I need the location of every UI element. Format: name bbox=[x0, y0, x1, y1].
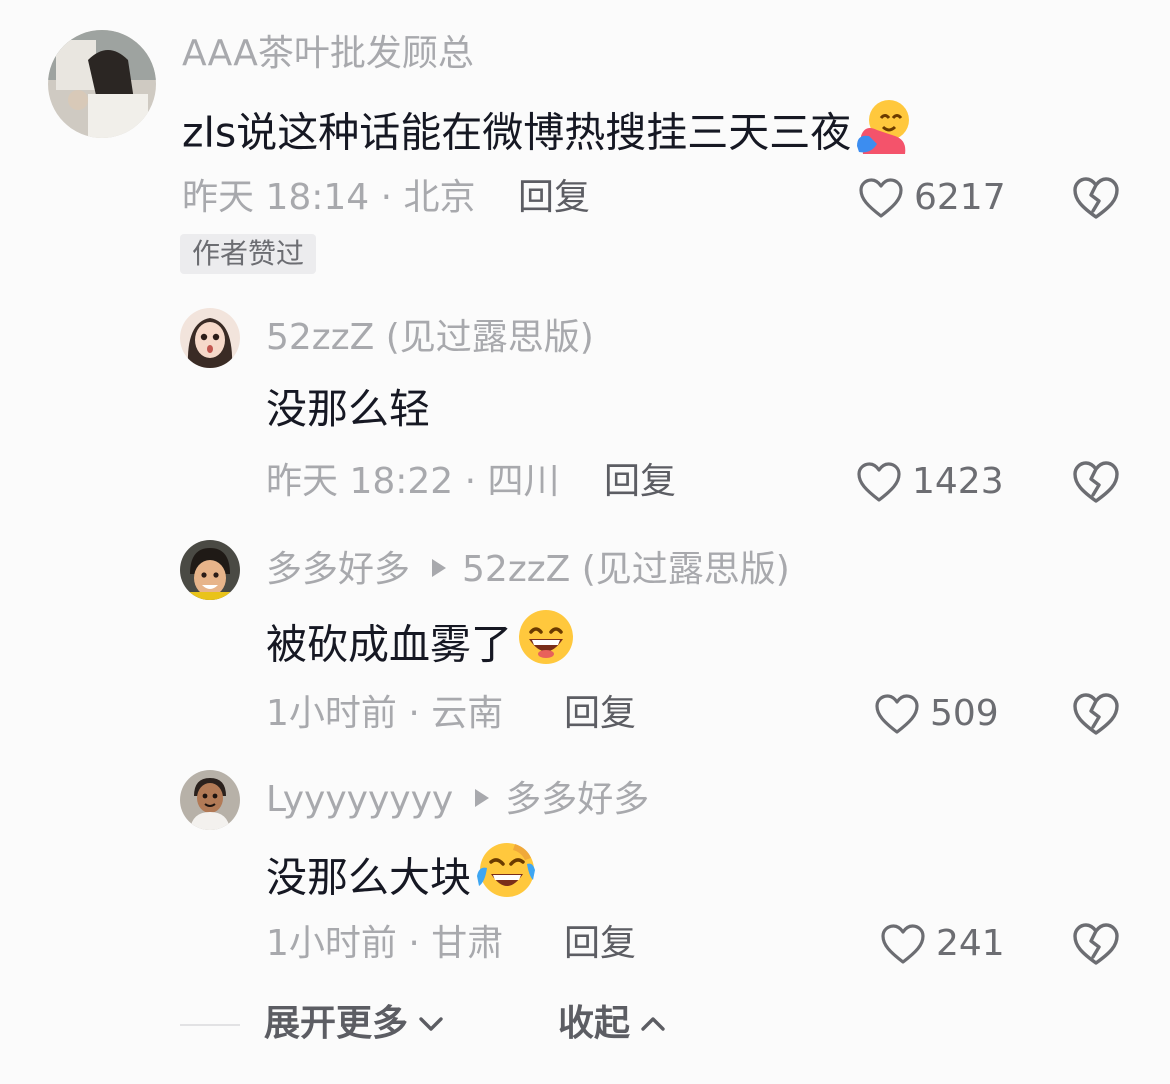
heart-outline-icon bbox=[875, 694, 919, 734]
comment-text: zls说这种话能在微博热搜挂三天三夜 bbox=[182, 100, 913, 171]
heart-outline-icon bbox=[857, 462, 901, 502]
like-count: 1423 bbox=[912, 461, 1004, 502]
heart-outline-icon bbox=[881, 924, 925, 964]
like-button[interactable]: 1423 bbox=[856, 460, 1004, 504]
laughing-crying-face-icon bbox=[475, 840, 537, 913]
like-count: 241 bbox=[936, 923, 1005, 964]
broken-heart-icon[interactable] bbox=[1072, 176, 1120, 220]
reply-button[interactable]: 回复 bbox=[604, 460, 676, 504]
expand-more-button[interactable]: 展开更多 bbox=[264, 1002, 444, 1046]
reply-username[interactable]: 52zzZ (见过露思版) bbox=[266, 316, 594, 360]
chevron-up-icon bbox=[641, 1017, 665, 1031]
like-button[interactable]: 509 bbox=[874, 692, 999, 736]
reply-time-location: 1小时前 · 甘肃 bbox=[266, 923, 504, 964]
reply-time-location: 昨天 18:22 · 四川 bbox=[266, 461, 560, 502]
collapse-button[interactable]: 收起 bbox=[558, 1002, 666, 1046]
reply-button[interactable]: 回复 bbox=[518, 176, 590, 220]
comment-username[interactable]: AAA茶叶批发顾总 bbox=[182, 32, 474, 76]
reply-to-username[interactable]: 多多好多 bbox=[505, 779, 649, 820]
broken-heart-icon[interactable] bbox=[1072, 460, 1120, 504]
thread-divider bbox=[180, 1024, 240, 1026]
heart-outline-icon bbox=[859, 178, 903, 218]
chevron-down-icon bbox=[419, 1017, 443, 1031]
reply-text: 没那么轻 bbox=[266, 385, 430, 433]
broken-heart-icon[interactable] bbox=[1072, 922, 1120, 966]
reply-time-location: 1小时前 · 云南 bbox=[266, 693, 504, 734]
reply-button[interactable]: 回复 bbox=[564, 922, 636, 966]
like-count: 6217 bbox=[914, 177, 1006, 218]
avatar[interactable] bbox=[180, 770, 240, 830]
comment-time-location: 昨天 18:14 · 北京 bbox=[182, 177, 476, 218]
reply-to-username[interactable]: 52zzZ (见过露思版) bbox=[462, 549, 790, 590]
author-liked-badge: 作者赞过 bbox=[180, 234, 317, 274]
avatar[interactable] bbox=[180, 540, 240, 600]
hugging-face-icon bbox=[855, 96, 913, 167]
broken-heart-icon[interactable] bbox=[1072, 692, 1120, 736]
like-button[interactable]: 6217 bbox=[858, 176, 1006, 220]
reply-button[interactable]: 回复 bbox=[564, 692, 636, 736]
reply-text: 被砍成血雾了 bbox=[266, 610, 576, 683]
avatar[interactable] bbox=[48, 30, 156, 138]
like-button[interactable]: 241 bbox=[880, 922, 1005, 966]
grinning-face-icon bbox=[516, 608, 576, 679]
reply-text: 没那么大块 bbox=[266, 843, 537, 917]
reply-username[interactable]: 多多好多 52zzZ (见过露思版) bbox=[266, 548, 790, 592]
reply-arrow-icon bbox=[475, 789, 490, 807]
avatar[interactable] bbox=[180, 308, 240, 368]
like-count: 509 bbox=[930, 693, 999, 734]
reply-username[interactable]: Lyyyyyyyy 多多好多 bbox=[266, 778, 649, 822]
reply-arrow-icon bbox=[432, 559, 447, 577]
